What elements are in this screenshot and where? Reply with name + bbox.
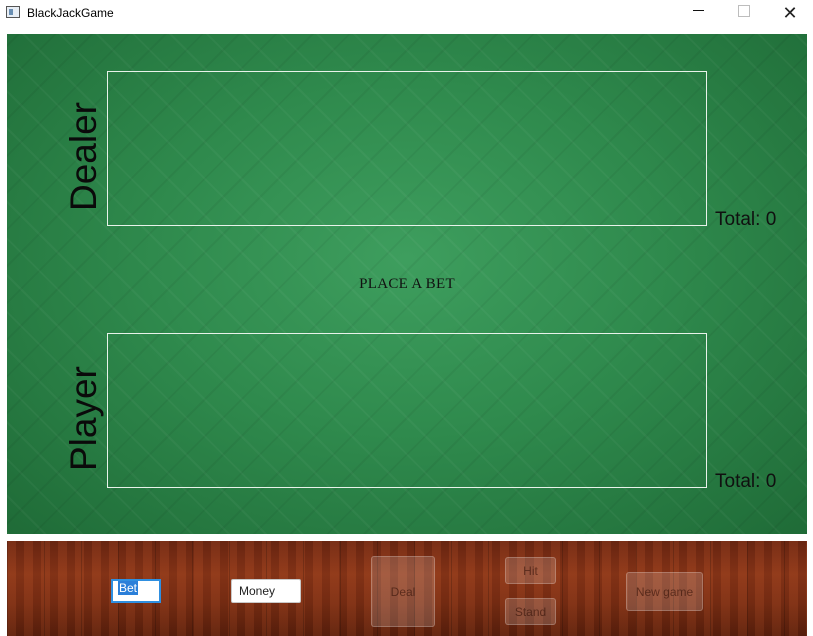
player-label: Player [63, 366, 104, 471]
dealer-card-area [107, 71, 707, 226]
dealer-label: Dealer [63, 102, 104, 211]
game-table: Dealer Total: 0 PLACE A BET Player Total… [7, 34, 807, 534]
hit-button[interactable]: Hit [505, 557, 556, 584]
status-message: PLACE A BET [359, 276, 455, 292]
close-icon: ✕ [782, 3, 798, 23]
dealer-total: Total: 0 [715, 209, 777, 230]
deal-button[interactable]: Deal [371, 556, 435, 627]
maximize-icon [738, 4, 750, 17]
maximize-button[interactable] [721, 0, 767, 27]
minimize-button[interactable] [675, 0, 721, 27]
bet-input[interactable]: Bet [111, 579, 161, 603]
money-input[interactable] [231, 579, 301, 603]
player-card-area [107, 333, 707, 488]
control-bar: Bet Deal Hit Stand New game [7, 541, 807, 636]
close-button[interactable]: ✕ [767, 0, 813, 27]
window-title: BlackJackGame [27, 6, 114, 20]
app-icon [6, 6, 20, 18]
stand-button[interactable]: Stand [505, 598, 556, 625]
title-bar: BlackJackGame ✕ [0, 0, 813, 27]
new-game-button[interactable]: New game [626, 572, 703, 611]
bet-input-value: Bet [118, 581, 139, 595]
minimize-icon [692, 10, 704, 11]
player-total: Total: 0 [715, 471, 777, 492]
